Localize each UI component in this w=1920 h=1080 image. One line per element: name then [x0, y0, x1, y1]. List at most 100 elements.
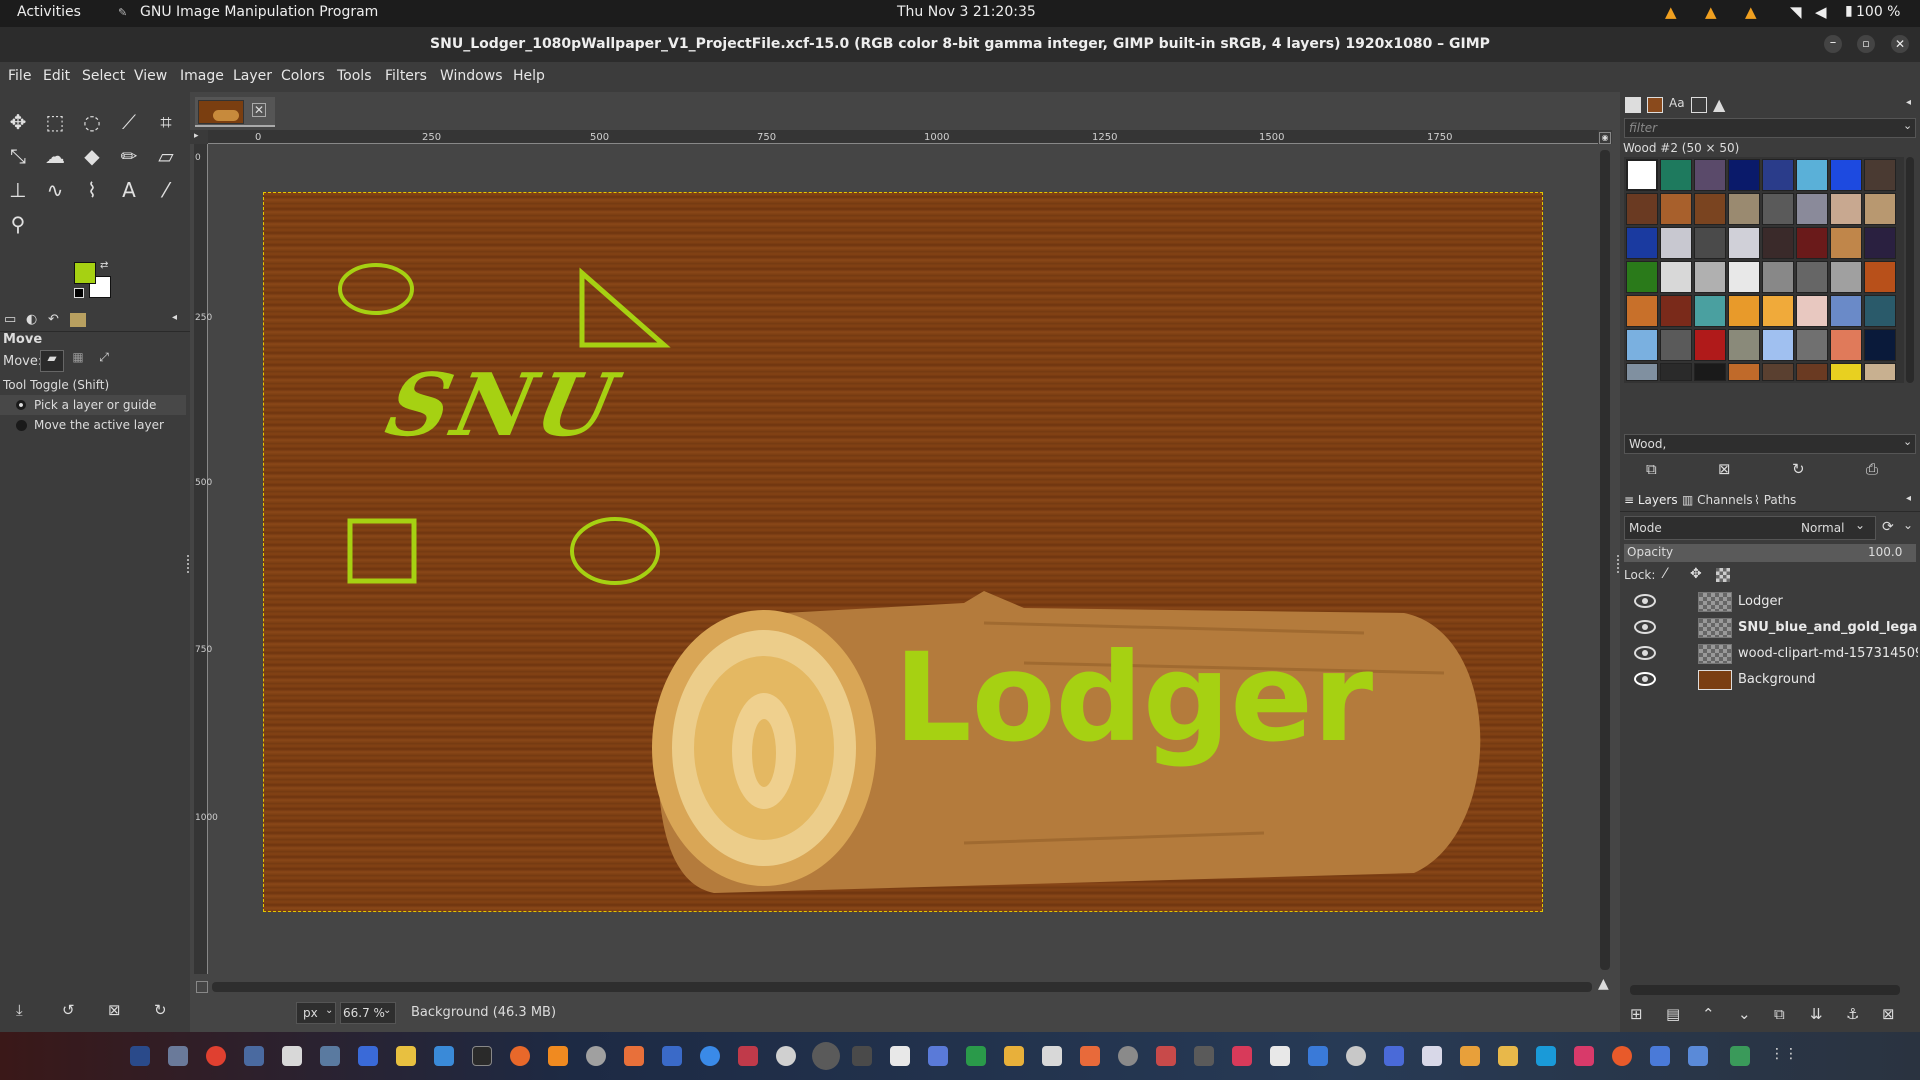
pattern-swatch[interactable] [1796, 363, 1828, 381]
pattern-filter-field[interactable]: filter ⌄ [1624, 118, 1916, 138]
menu-layer[interactable]: Layer [233, 68, 272, 84]
pattern-swatch[interactable] [1660, 363, 1692, 381]
layers-h-scrollbar[interactable] [1630, 985, 1900, 995]
edit-pattern-icon[interactable]: ⧉ [1646, 460, 1657, 478]
save-preset-icon[interactable]: ⤓ [16, 1001, 23, 1019]
pattern-swatch[interactable] [1660, 227, 1692, 259]
unit-selector[interactable]: px ⌄ [296, 1002, 336, 1024]
eraser-icon[interactable]: ▱ [151, 141, 181, 171]
smudge-icon[interactable]: ∿ [40, 175, 70, 205]
taskbar-app-icon[interactable] [1194, 1046, 1214, 1066]
move-selection-mode-icon[interactable]: ▦ [67, 350, 89, 372]
help-icon[interactable] [700, 1046, 720, 1066]
horizontal-ruler[interactable]: 0 250 500 750 1000 1250 1500 1750 [208, 130, 1598, 144]
pattern-swatch[interactable] [1626, 261, 1658, 293]
pattern-swatch[interactable] [1626, 193, 1658, 225]
fonts-tab-icon[interactable]: Aa [1669, 96, 1685, 110]
move-tool-icon[interactable]: ✥ [3, 107, 33, 137]
pattern-swatch[interactable] [1660, 329, 1692, 361]
image-canvas[interactable]: SNU Lodger [263, 192, 1543, 912]
zoom-image-icon[interactable]: ◉ [1599, 132, 1611, 144]
close-image-tab-icon[interactable]: ✕ [252, 103, 266, 117]
navigate-icon[interactable]: ▲ [1598, 976, 1609, 992]
writer-icon[interactable] [358, 1046, 378, 1066]
taskbar-app-icon[interactable] [130, 1046, 150, 1066]
layer-mode-select[interactable]: Mode Normal ⌄ [1624, 516, 1876, 540]
anchor-layer-icon[interactable]: ⚓ [1846, 1005, 1859, 1023]
pattern-swatch[interactable] [1626, 159, 1658, 191]
show-apps-icon[interactable]: ⋮⋮ [1770, 1046, 1798, 1066]
taskbar-app-icon[interactable] [1118, 1046, 1138, 1066]
layer-row[interactable]: SNU_blue_and_gold_legacy_icon [1620, 615, 1920, 641]
pattern-swatch[interactable] [1694, 227, 1726, 259]
pattern-swatch[interactable] [1762, 261, 1794, 293]
pattern-swatch[interactable] [1660, 261, 1692, 293]
bucket-fill-icon[interactable]: ◆ [77, 141, 107, 171]
taskbar-app-icon[interactable] [890, 1046, 910, 1066]
pattern-swatch[interactable] [1830, 227, 1862, 259]
taskbar-app-icon[interactable] [1004, 1046, 1024, 1066]
pattern-swatch[interactable] [1660, 159, 1692, 191]
visibility-eye-icon[interactable] [1634, 672, 1656, 686]
pattern-swatch[interactable] [1762, 159, 1794, 191]
taskbar-app-icon[interactable] [168, 1046, 188, 1066]
pattern-swatch[interactable] [1728, 329, 1760, 361]
pattern-swatch[interactable] [1762, 193, 1794, 225]
pattern-swatch[interactable] [1864, 159, 1896, 191]
lock-pixels-icon[interactable]: ⁄ [1664, 566, 1666, 582]
quick-mask-toggle[interactable] [196, 981, 208, 993]
visibility-eye-icon[interactable] [1634, 594, 1656, 608]
pattern-swatch[interactable] [1796, 261, 1828, 293]
move-layer-mode-icon[interactable]: ▰ [40, 350, 64, 372]
tool-options-tab-icon[interactable]: ▭ [4, 312, 16, 327]
panel-menu-icon[interactable]: ◂ [1906, 493, 1911, 504]
taskbar-app-icon[interactable] [1498, 1046, 1518, 1066]
pattern-swatch[interactable] [1830, 295, 1862, 327]
taskbar-app-icon[interactable] [1536, 1046, 1556, 1066]
taskbar-app-icon[interactable] [1384, 1046, 1404, 1066]
taskbar-app-icon[interactable] [1232, 1046, 1252, 1066]
undo-history-tab-icon[interactable]: ↶ [48, 312, 59, 327]
pattern-swatch[interactable] [1864, 295, 1896, 327]
maximize-icon[interactable]: ▫ [1857, 35, 1875, 53]
image-tab[interactable]: ✕ [195, 97, 275, 127]
pattern-swatch[interactable] [1626, 295, 1658, 327]
taskbar-app-icon[interactable] [1612, 1046, 1632, 1066]
pattern-swatch[interactable] [1660, 193, 1692, 225]
option-pick-layer[interactable]: Pick a layer or guide [0, 395, 186, 415]
taskbar-app-icon[interactable] [1460, 1046, 1480, 1066]
pattern-swatch[interactable] [1694, 363, 1726, 381]
lower-layer-icon[interactable]: ⌄ [1738, 1005, 1751, 1023]
rect-select-icon[interactable]: ⬚ [40, 107, 70, 137]
tool-presets-tab-icon[interactable]: ▲ [1713, 95, 1725, 114]
clock[interactable]: Thu Nov 3 21:20:35 [897, 4, 1036, 20]
brushes-tab-icon[interactable] [1625, 97, 1641, 113]
radio-checked-icon[interactable] [16, 400, 26, 410]
transform-icon[interactable]: ⤡ [3, 141, 33, 171]
paths-icon[interactable]: ⌇ [77, 175, 107, 205]
device-status-tab-icon[interactable]: ◐ [26, 312, 37, 327]
taskbar-app-icon[interactable] [244, 1046, 264, 1066]
zoom-selector[interactable]: 66.7 % ⌄ [340, 1002, 396, 1024]
opacity-slider[interactable]: Opacity 100.0 [1624, 544, 1916, 562]
move-path-mode-icon[interactable]: ⤢ [93, 350, 115, 372]
minimize-icon[interactable]: – [1824, 35, 1842, 53]
pattern-swatch[interactable] [1830, 261, 1862, 293]
taskbar-app-icon[interactable] [1650, 1046, 1670, 1066]
chevron-down-icon[interactable]: ⌄ [1903, 518, 1913, 532]
radio-unchecked-icon[interactable] [16, 420, 27, 431]
menu-colors[interactable]: Colors [281, 68, 325, 84]
warning-icon[interactable]: ▲ [1665, 3, 1677, 21]
menu-select[interactable]: Select [82, 68, 125, 84]
layer-row[interactable]: wood-clipart-md-1573145099.png [1620, 641, 1920, 667]
pattern-swatch[interactable] [1762, 295, 1794, 327]
taskbar-app-icon[interactable] [1730, 1046, 1750, 1066]
pattern-swatch[interactable] [1830, 159, 1862, 191]
pattern-swatch[interactable] [1694, 261, 1726, 293]
duplicate-layer-icon[interactable]: ⧉ [1774, 1005, 1785, 1023]
volume-icon[interactable]: ◀ [1815, 3, 1827, 21]
taskbar-app-icon[interactable] [282, 1046, 302, 1066]
taskbar-app-icon[interactable] [1080, 1046, 1100, 1066]
pattern-swatch[interactable] [1626, 329, 1658, 361]
warning-icon[interactable]: ▲ [1745, 3, 1757, 21]
